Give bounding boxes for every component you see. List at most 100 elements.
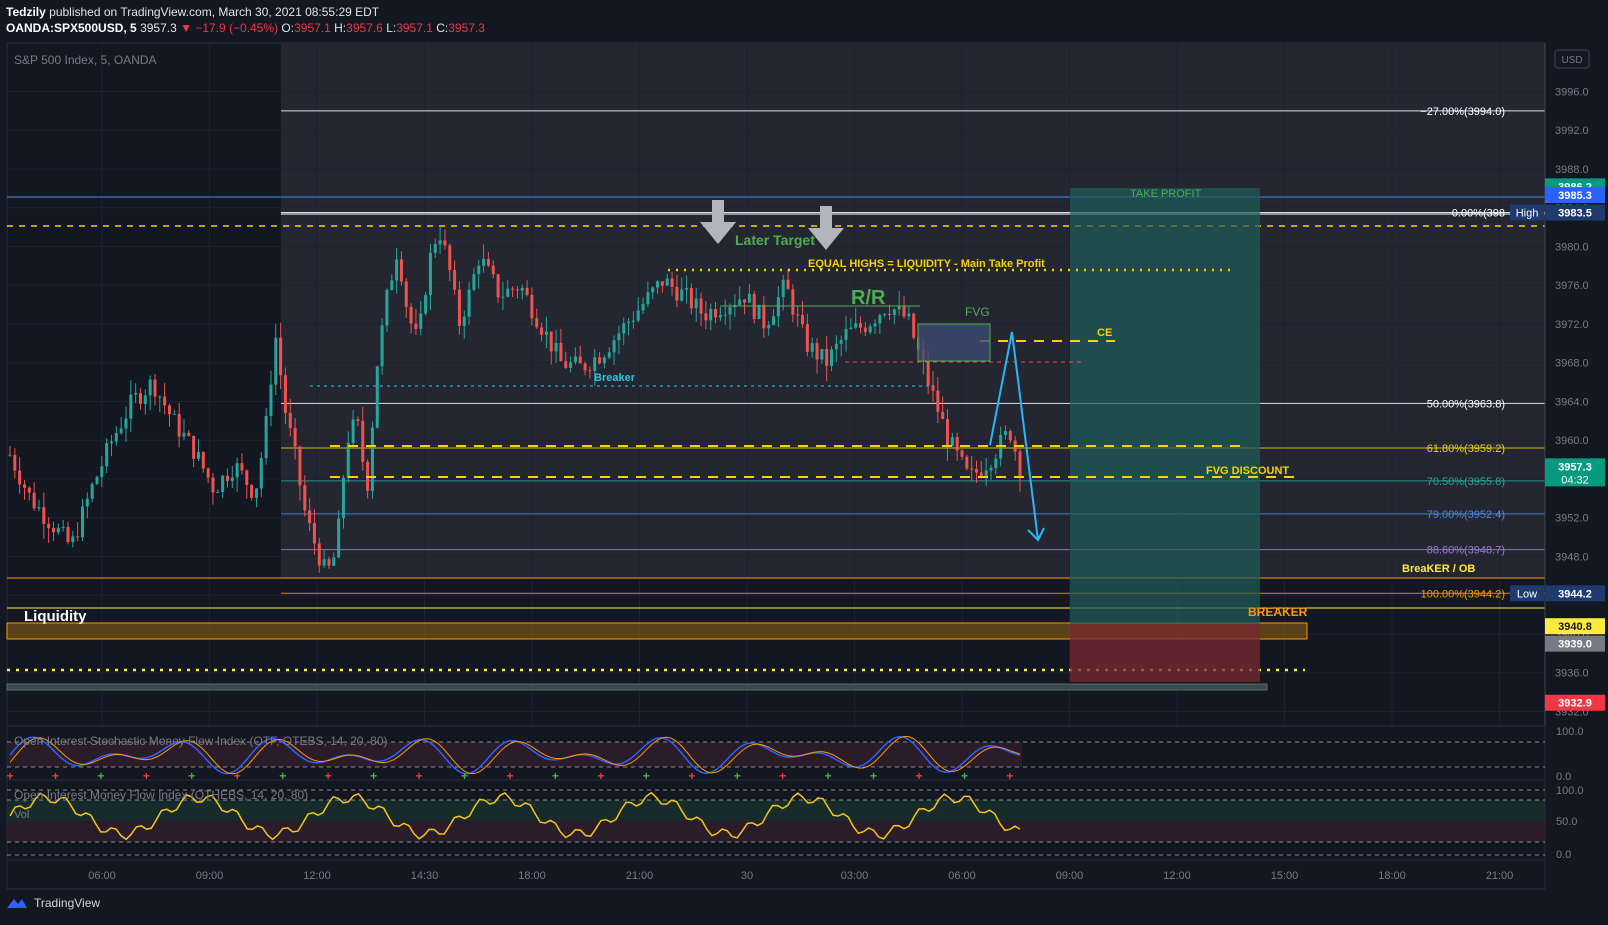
signal-cross-icon: + [915,769,922,783]
candle-body [994,458,998,468]
candle-body [723,314,727,316]
candle-body [457,289,461,326]
candle-body [167,405,171,415]
candle-body [76,536,80,538]
candle-body [303,485,307,511]
candle-body [747,293,751,303]
signal-cross-icon: + [643,769,650,783]
candle-body [970,468,974,470]
fib-level-label: 79.00%(3952.4) [1427,509,1505,521]
fib-level-label: 100.00%(3944.2) [1421,588,1505,600]
chart-canvas[interactable]: −27.00%(3994.0)0.00%(39850.00%(3963.8)61… [0,0,1608,925]
candle-body [428,252,432,296]
candle-body [849,327,853,330]
candle-body [569,362,573,368]
signal-cross-icon: + [1006,769,1013,783]
liquidity-label: Liquidity [24,608,87,625]
take-profit-zone[interactable] [1070,188,1260,624]
candle-body [230,477,234,482]
candle-body [32,492,36,509]
candle-body [738,299,742,306]
candle-body [298,446,302,486]
candle-body [332,557,336,566]
time-axis[interactable] [6,859,1546,890]
candle-body [588,370,592,372]
fvg-box[interactable] [917,323,991,362]
candle-body [714,309,718,318]
candle-body [772,316,776,325]
candle-body [424,295,428,314]
candle-body [907,313,911,317]
signal-cross-icon: + [870,769,877,783]
candle-body [462,316,466,326]
candle-body [612,340,616,353]
candle-body [704,313,708,321]
candle-body [941,411,945,419]
signal-cross-icon: + [279,769,286,783]
candle-body [554,342,558,352]
ind2-axis-mid: 50.0 [1556,816,1577,828]
candle-body [250,485,254,498]
candle-body [912,313,916,338]
candle-body [617,333,621,341]
candle-body [225,475,229,482]
candle-body [863,327,867,333]
candle-body [694,298,698,309]
candle-body [728,307,732,315]
ce-label: CE [1097,327,1112,339]
candle-body [820,349,824,360]
signal-cross-icon: + [97,769,104,783]
candle-body [95,476,99,485]
fib-zone-shade [281,43,1545,578]
candle-body [105,443,109,467]
candle-body [114,433,118,442]
signal-cross-icon: + [734,769,741,783]
candle-body [796,314,800,316]
candle-body [535,318,539,328]
candle-body [308,510,312,524]
candle-body [438,240,442,245]
candle-body [486,258,490,266]
candle-body [8,454,12,456]
candle-body [177,413,181,437]
candle-body [134,393,138,395]
candle-body [965,456,969,469]
fvg-label: FVG [965,305,990,319]
candle-body [699,298,703,314]
candle-body [549,331,553,352]
candle-body [776,297,780,317]
candle-body [467,289,471,317]
time-tick-label: 30 [741,870,753,882]
candle-body [540,327,544,335]
fvg-discount-label: FVG DISCOUNT [1206,465,1289,477]
candle-body [245,470,249,486]
candle-body [61,526,65,528]
equal-highs-label: EQUAL HIGHS = LIQUIDITY - Main Take Prof… [808,258,1045,270]
breaker-small-label: Breaker [594,372,636,384]
ind2-band-down [7,821,1545,842]
price-tick-label: 3996.0 [1555,86,1589,98]
time-tick-label: 18:00 [1378,870,1406,882]
price-badge-text: 3985.3 [1558,190,1592,202]
candle-body [380,325,384,367]
candle-body [482,258,486,266]
stop-loss-zone[interactable] [1070,624,1260,682]
fib-level-label: 70.50%(3955.8) [1427,476,1505,488]
candle-body [627,321,631,324]
brand-label[interactable]: TradingView [34,896,100,910]
candle-body [317,543,321,566]
ind2-axis-bottom: 0.0 [1556,849,1571,861]
candle-body [955,437,959,451]
price-tick-label: 3972.0 [1555,319,1589,331]
fib-level-label: 50.00%(3963.8) [1427,398,1505,410]
candle-body [511,288,515,290]
candle-body [501,296,505,298]
candle-body [544,331,548,335]
candle-body [337,518,341,558]
candle-body [453,270,457,290]
candle-body [472,274,476,290]
tradingview-logo-icon[interactable] [6,896,28,910]
candle-body [143,395,147,404]
signal-cross-icon: + [461,769,468,783]
candle-body [646,292,650,305]
